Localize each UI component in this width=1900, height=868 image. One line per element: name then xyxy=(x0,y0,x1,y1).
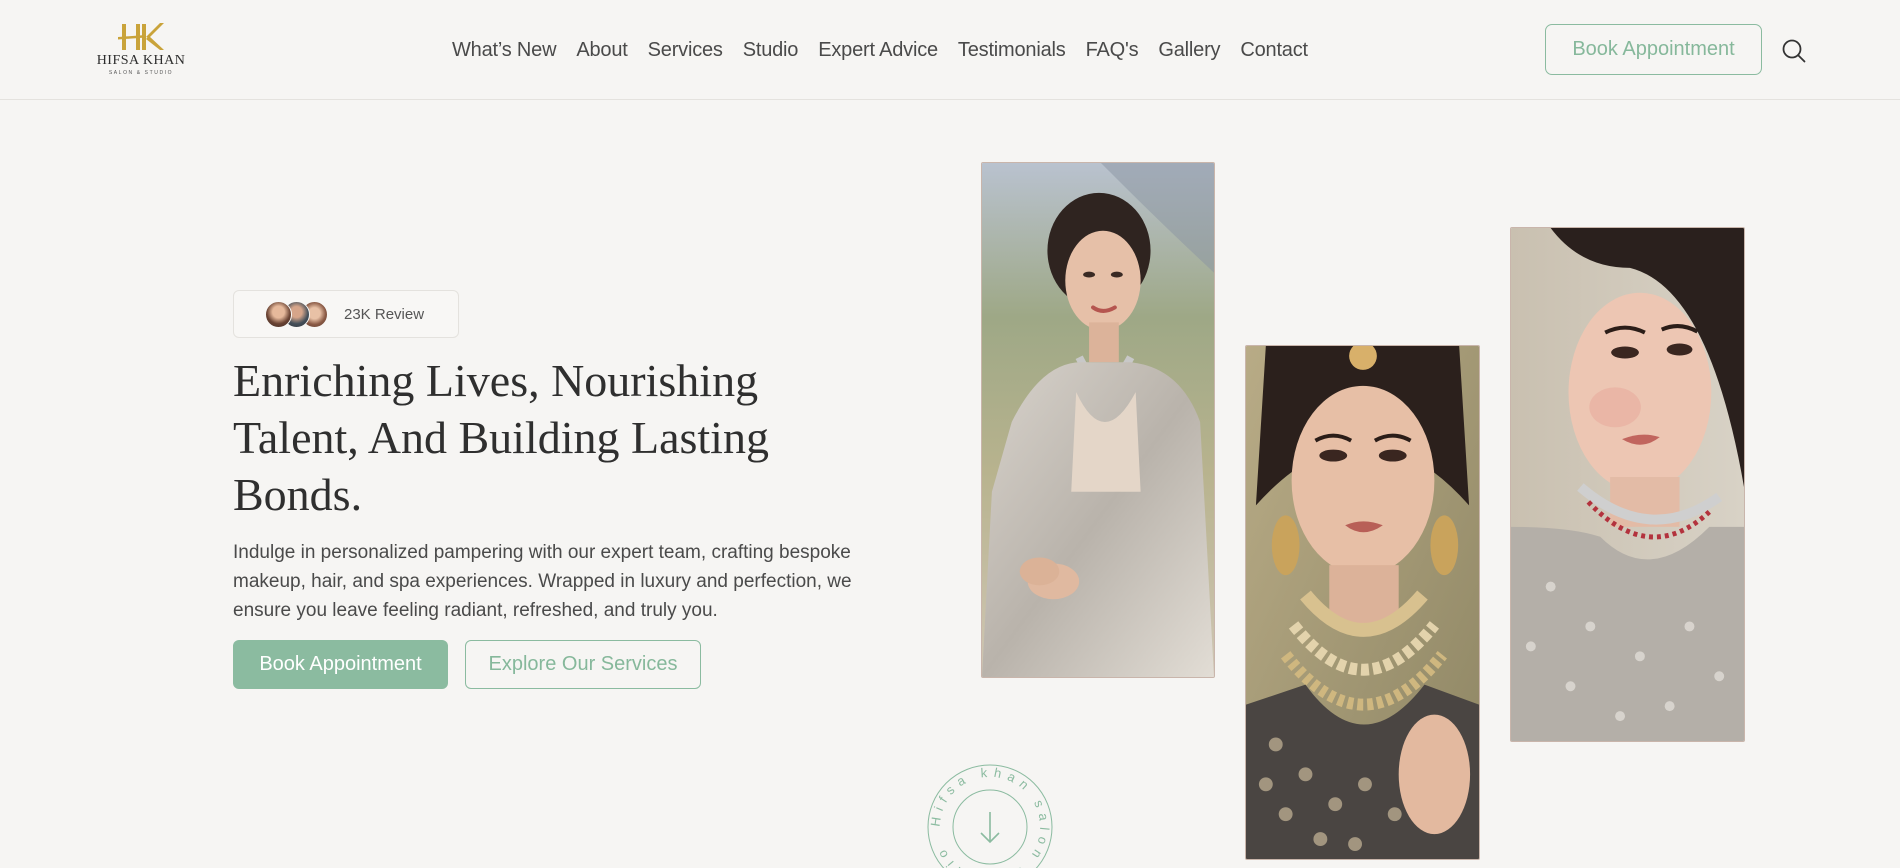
bridal-portrait-image-1 xyxy=(981,162,1215,678)
hero-description: Indulge in personalized pampering with o… xyxy=(233,542,852,621)
nav-item-services[interactable]: Services xyxy=(648,39,723,62)
logo[interactable]: HIFSA KHAN SALON & STUDIO xyxy=(96,20,186,78)
nav-item-contact[interactable]: Contact xyxy=(1240,39,1308,62)
review-count: 23K Review xyxy=(344,305,425,323)
nav-item-expert-advice[interactable]: Expert Advice xyxy=(818,39,938,62)
hk-logo-mark-icon xyxy=(118,23,164,50)
search-button[interactable] xyxy=(1781,38,1807,64)
bridal-portrait-image-2 xyxy=(1245,345,1480,860)
scroll-down-badge[interactable]: Hifsa khan salon & studio xyxy=(925,762,1055,868)
logo-tagline: SALON & STUDIO xyxy=(108,70,174,76)
avatar xyxy=(265,300,292,328)
header-book-appointment-button[interactable]: Book Appointment xyxy=(1545,24,1762,75)
search-icon xyxy=(1782,39,1806,63)
book-appointment-button[interactable]: Book Appointment xyxy=(233,640,448,689)
nav-item-gallery[interactable]: Gallery xyxy=(1158,39,1220,62)
main-nav: What’s New About Services Studio Expert … xyxy=(452,36,1308,64)
nav-item-studio[interactable]: Studio xyxy=(743,39,799,62)
bridal-portrait-image-3 xyxy=(1510,227,1745,742)
nav-item-whats-new[interactable]: What’s New xyxy=(452,39,557,62)
nav-item-faqs[interactable]: FAQ's xyxy=(1086,39,1139,62)
arrow-down-icon xyxy=(980,812,1000,844)
site-header: HIFSA KHAN SALON & STUDIO What’s New Abo… xyxy=(0,0,1900,100)
reviewer-avatars xyxy=(265,300,328,328)
hero-title: Enriching Lives, Nourishing Talent, And … xyxy=(233,355,769,520)
logo-name: HIFSA KHAN xyxy=(96,53,186,68)
explore-services-button[interactable]: Explore Our Services xyxy=(465,640,701,689)
nav-item-testimonials[interactable]: Testimonials xyxy=(958,39,1066,62)
review-badge: 23K Review xyxy=(233,290,459,338)
nav-item-about[interactable]: About xyxy=(576,39,627,62)
